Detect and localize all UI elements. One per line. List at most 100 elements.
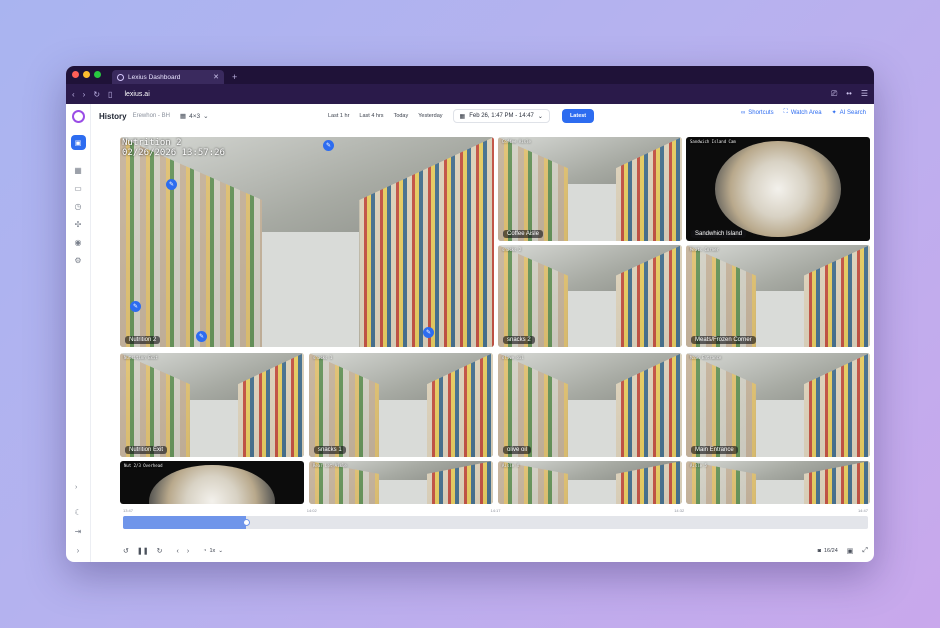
minimize-window-button[interactable]	[83, 71, 90, 78]
camera-tile[interactable]: Nut 2/3 Overhead	[120, 461, 304, 504]
watch-area-label: Watch Area	[790, 109, 822, 116]
camera-tile-snacks-1[interactable]: snacks 1 snacks 1	[309, 353, 493, 457]
camera-tile-nutrition-exit[interactable]: Nutrition Exit Nutrition Exit	[120, 353, 304, 457]
camera-tile-nutrition-2[interactable]: Nutrition 2 02/26/2026 13:57:26 ✎ ✎ ✎ ✎ …	[120, 137, 494, 347]
sidebar-item-history-active[interactable]: ▣	[70, 135, 86, 150]
bookmark-icon[interactable]: ▯	[108, 90, 112, 99]
camera-timestamp: Meats Corner	[690, 247, 719, 252]
camera-tile-coffee-aisle[interactable]: Coffee Aisle Coffee Aisle	[498, 137, 682, 241]
moon-icon[interactable]: ☾	[74, 508, 81, 518]
camera-timestamp: Aisle 5	[690, 463, 707, 468]
camera-count[interactable]: ◙ 16/24	[818, 548, 838, 554]
forward-icon[interactable]: ›	[83, 90, 86, 99]
camera-label: snacks 1	[314, 446, 346, 454]
watch-area-link[interactable]: ⛶ Watch Area	[784, 109, 822, 116]
reload-icon[interactable]: ↻	[93, 90, 100, 99]
shelf-view	[426, 461, 493, 504]
user-icon[interactable]: ◉	[75, 238, 82, 248]
rewind-icon[interactable]: ↺	[123, 547, 129, 555]
camera-tile-snacks-2[interactable]: snacks 2 snacks 2	[498, 245, 682, 347]
next-icon[interactable]: ›	[187, 548, 189, 555]
timeline-ticks: 13:47 14:02 14:17 14:32 14:47	[123, 508, 868, 514]
extensions-icon[interactable]: ••	[846, 89, 852, 99]
timeline-tick: 14:47	[857, 508, 868, 513]
browser-window: Lexius Dashboard ✕ + ‹ › ↻ ▯ lexius.ai ⎚…	[66, 66, 874, 562]
browser-tab[interactable]: Lexius Dashboard ✕	[112, 70, 224, 84]
settings-icon[interactable]: ⚙	[74, 256, 81, 266]
close-window-button[interactable]	[72, 71, 79, 78]
camera-label: olive oil	[503, 446, 532, 454]
camera-timestamp: snacks 1	[313, 355, 333, 360]
camera-icon[interactable]: ▭	[74, 184, 82, 194]
shelf-view	[237, 353, 304, 457]
refresh-icon[interactable]: ↻	[157, 547, 163, 555]
camera-tile-main-entrance[interactable]: Main Entrance Main Entrance	[686, 353, 870, 457]
ai-search-link[interactable]: ✦ AI Search	[832, 109, 866, 117]
tag-marker-icon[interactable]: ✎	[196, 331, 207, 342]
tag-marker-icon[interactable]: ✎	[130, 301, 141, 312]
shelf-view	[498, 137, 568, 241]
range-last-1hr[interactable]: Last 1 hr	[328, 113, 349, 119]
timeline-progress	[123, 516, 246, 529]
camera-timestamp: Nutrition Exit	[124, 355, 158, 360]
date-range-picker[interactable]: ▦ Feb 26, 1:47 PM - 14:47 ⌄	[452, 109, 550, 123]
new-tab-button[interactable]: +	[232, 72, 237, 82]
range-yesterday[interactable]: Yesterday	[418, 113, 442, 119]
logout-icon[interactable]: ⇥	[75, 527, 82, 537]
grid-icon[interactable]: ▦	[74, 166, 82, 176]
menu-icon[interactable]: ☰	[861, 89, 868, 99]
camera-tile[interactable]: Rear Lot Aisle	[309, 461, 493, 504]
shortcuts-link[interactable]: ∞ Shortcuts	[741, 110, 774, 116]
cast-icon[interactable]: ⎚	[831, 89, 837, 99]
tag-marker-icon[interactable]: ✎	[166, 179, 177, 190]
collapse-icon[interactable]: ›	[77, 546, 80, 556]
puzzle-icon[interactable]: ✣	[75, 220, 82, 230]
camera-label: Nutrition 2	[125, 336, 161, 344]
camera-timestamp: Sandwich Island Cam	[690, 139, 736, 144]
timeline-scrubber-handle[interactable]	[242, 519, 250, 526]
url-field[interactable]: lexius.ai	[124, 91, 822, 98]
tag-marker-icon[interactable]: ✎	[423, 327, 434, 338]
page-title: History	[99, 111, 127, 121]
range-last-4hrs[interactable]: Last 4 hrs	[359, 113, 383, 119]
playback-controls: ↺ ❚❚ ↻ ‹ › ◔ 1x ⌄ ◙ 16/24 ▣ ⤢	[123, 544, 868, 558]
grid-layout-selector[interactable]: ▦ 4×3 ⌄	[179, 112, 209, 121]
camera-timestamp: Rear Lot Aisle	[313, 463, 347, 468]
close-tab-icon[interactable]: ✕	[213, 73, 219, 81]
camera-timestamp: olive oil	[502, 355, 524, 360]
camera-tile-olive-oil[interactable]: olive oil olive oil	[498, 353, 682, 457]
pause-icon[interactable]: ❚❚	[137, 547, 149, 555]
tag-marker-icon[interactable]: ✎	[323, 140, 334, 151]
grid-icon: ▦	[179, 113, 187, 120]
app-logo-icon[interactable]	[71, 110, 85, 123]
camera-label: Nutrition Exit	[125, 446, 168, 454]
speed-icon: ◔	[203, 548, 207, 554]
fullscreen-icon[interactable]: ⤢	[862, 547, 868, 555]
latest-button[interactable]: Latest	[561, 109, 595, 123]
playback-speed-selector[interactable]: ◔ 1x ⌄	[203, 548, 223, 554]
camera-tile[interactable]: Aisle 4	[498, 461, 682, 504]
history-icon[interactable]: ◷	[75, 202, 82, 212]
camera-tile[interactable]: Aisle 5	[686, 461, 870, 504]
timeline-tick: 14:17	[490, 508, 501, 513]
video-icon: ▣	[74, 139, 82, 147]
floor-view	[567, 399, 616, 457]
layout-icon[interactable]: ▣	[847, 547, 854, 555]
range-today[interactable]: Today	[394, 113, 409, 119]
browser-tab-strip: Lexius Dashboard ✕ +	[66, 66, 874, 84]
expand-sidebar-icon[interactable]: ›	[75, 484, 77, 491]
tab-title: Lexius Dashboard	[128, 73, 181, 81]
floor-view	[567, 290, 616, 347]
camera-label: snacks 2	[503, 336, 535, 344]
previous-icon[interactable]: ‹	[176, 548, 178, 555]
timeline-track[interactable]	[123, 516, 868, 529]
shelf-view	[803, 461, 870, 504]
back-icon[interactable]: ‹	[72, 90, 75, 99]
maximize-window-button[interactable]	[94, 71, 101, 78]
location-label: Erewhon - BH	[132, 113, 170, 119]
shelf-view	[803, 245, 870, 347]
camera-tile-sandwhich-island[interactable]: Sandwich Island Cam Sandwhich Island	[686, 137, 870, 241]
camera-tile-meats-frozen-corner[interactable]: Meats Corner Meats/Frozen Corner	[686, 245, 870, 347]
shelf-view	[309, 353, 379, 457]
playback-speed-value: 1x	[209, 548, 216, 554]
